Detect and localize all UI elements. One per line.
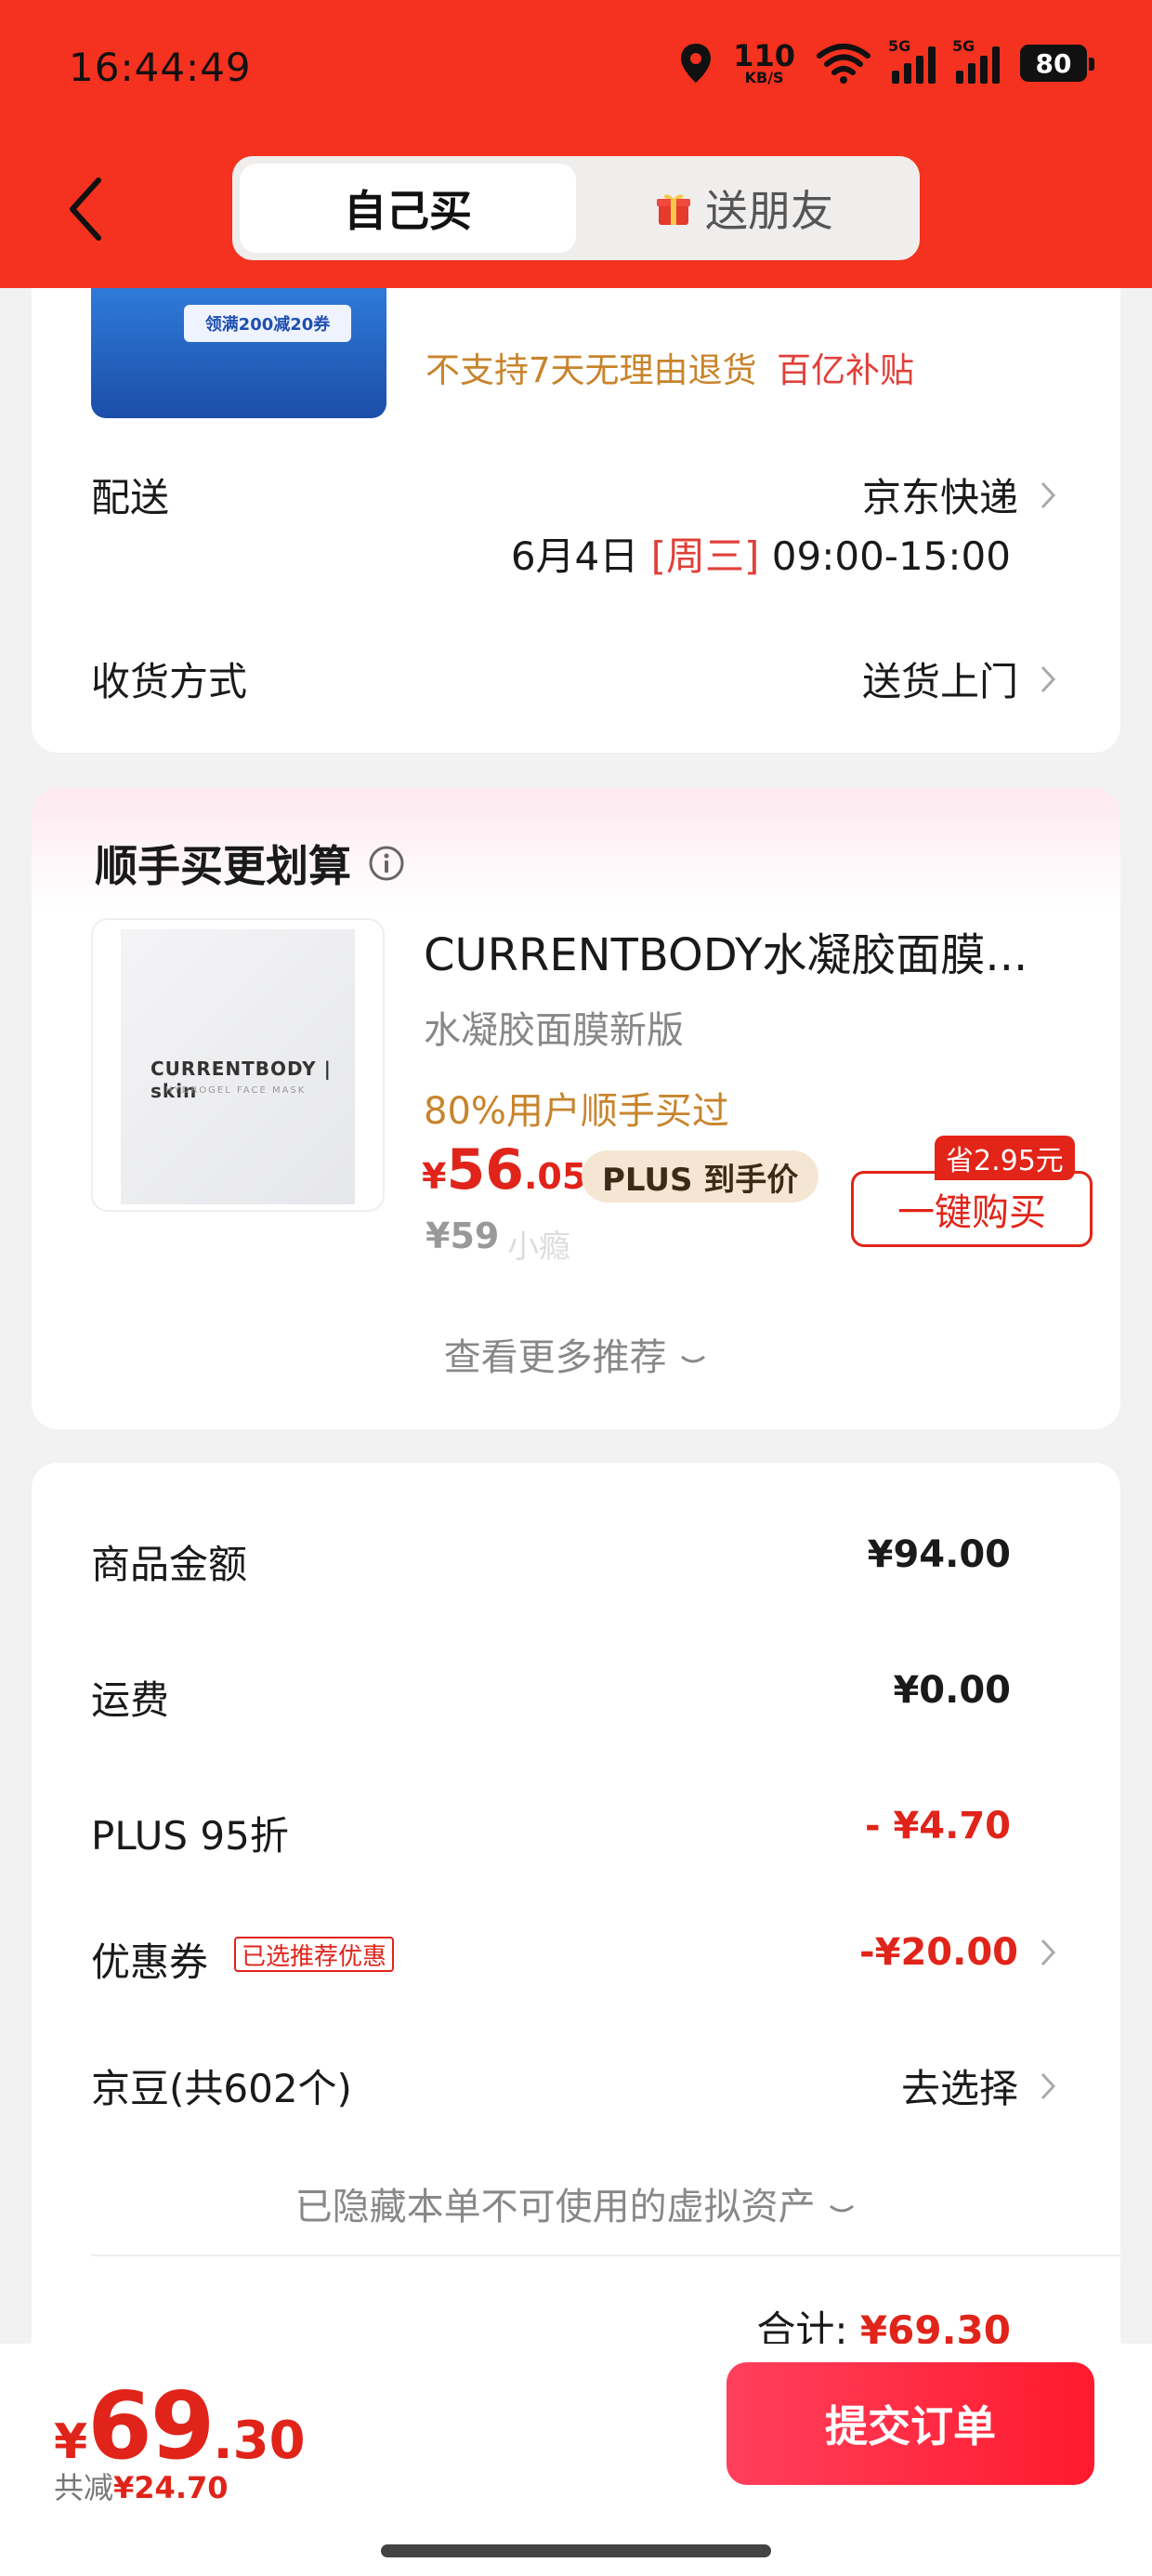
total-price-symbol: ¥ [54, 2414, 88, 2470]
original-price-note: 小瘾 [507, 1229, 570, 1266]
battery-level: 80 [1035, 47, 1072, 79]
location-icon [681, 44, 712, 83]
chevron-right-icon [1041, 2072, 1056, 2099]
coupon-row[interactable]: -¥20.00 [859, 1931, 1057, 1974]
order-info-card: 领满200减20券 不支持7天无理由退货 百亿补贴 配送 京东快递 6月4日 [… [32, 214, 1120, 753]
checkout-bar: ¥69.30 共减¥24.70 提交订单 [0, 2344, 1152, 2576]
status-time: 16:44:49 [69, 45, 252, 90]
more-recommend-link[interactable]: 查看更多推荐 [32, 1327, 1120, 1381]
total-saved-value: ¥24.70 [113, 2470, 229, 2505]
receive-method-label: 收货方式 [91, 659, 248, 704]
back-icon[interactable] [65, 175, 106, 243]
jd-beans-row[interactable]: 去选择 [901, 2057, 1057, 2114]
delivery-time[interactable]: 6月4日 [周三] 09:00-15:00 [511, 525, 1011, 582]
total-saved[interactable]: 共减¥24.70 [54, 2464, 229, 2507]
battery-icon: 80 [1020, 45, 1094, 82]
cell-signal-1-icon: 5G [888, 37, 936, 84]
chevron-down-icon [830, 2204, 855, 2213]
image-sub-text: HYDROGEL FACE MASK [165, 1085, 307, 1096]
bundle-title-text: 顺手买更划算 [95, 841, 351, 891]
chevron-right-icon [1041, 1939, 1056, 1966]
hidden-assets-text: 已隐藏本单不可使用的虚拟资产 [295, 2186, 816, 2228]
one-click-buy-button[interactable]: 一键购买 [851, 1171, 1093, 1247]
coupon-value: -¥20.00 [859, 1931, 1018, 1974]
bundle-product-spec: 水凝胶面膜新版 [424, 1009, 684, 1052]
delivery-label: 配送 [91, 475, 170, 520]
price-integer: 56 [446, 1137, 524, 1203]
wifi-icon [817, 44, 871, 84]
divider [91, 2254, 1120, 2256]
receive-method-value: 送货上门 [861, 659, 1018, 704]
home-indicator[interactable] [381, 2544, 771, 2557]
total-saved-label: 共减 [54, 2470, 114, 2505]
chevron-down-icon [681, 1355, 706, 1363]
original-price: ¥59 [425, 1216, 500, 1256]
product-thumbnail[interactable]: 领满200减20券 [91, 288, 386, 418]
bundle-title: 顺手买更划算 [95, 833, 405, 894]
bundle-product-image[interactable]: CURRENTBODY | skin HYDROGEL FACE MASK [91, 918, 385, 1212]
price-decimal: .05 [523, 1156, 587, 1197]
bundle-product-name[interactable]: CURRENTBODY水凝胶面膜... [424, 918, 1028, 983]
shipping-fee-value: ¥0.00 [893, 1669, 1011, 1712]
tab-buy-self[interactable]: 自己买 [240, 164, 576, 253]
hidden-assets-toggle[interactable]: 已隐藏本单不可使用的虚拟资产 [32, 2176, 1120, 2230]
submit-order-button[interactable]: 提交订单 [727, 2362, 1094, 2485]
sig2-label: 5G [952, 37, 975, 55]
total-price-decimal: .30 [213, 2411, 306, 2471]
net-speed-value: 110 [733, 38, 795, 73]
goods-amount-label: 商品金额 [91, 1542, 248, 1587]
delivery-date: 6月4日 [510, 533, 639, 579]
bundle-product-hint: 80%用户顺手买过 [424, 1090, 729, 1133]
delivery-carrier: 京东快递 [861, 475, 1018, 520]
more-recommend-text: 查看更多推荐 [443, 1336, 667, 1379]
chevron-right-icon [1041, 481, 1056, 508]
goods-amount-value: ¥94.00 [867, 1533, 1011, 1576]
receive-method-row[interactable]: 送货上门 [862, 651, 1057, 707]
delivery-carrier-row[interactable]: 京东快递 [862, 467, 1057, 523]
save-badge: 省2.95元 [935, 1136, 1075, 1180]
tab-gift-friend-label: 送朋友 [705, 186, 833, 236]
status-icons: 110 KB/S 5G 5G 80 [679, 37, 1094, 85]
cell-signal-2-icon: 5G [952, 37, 1000, 84]
thumbnail-banner: 领满200减20券 [184, 305, 351, 342]
bundle-product-price: ¥56.05 [422, 1137, 586, 1203]
net-speed-unit: KB/S [744, 69, 784, 86]
tab-buy-self-label: 自己买 [344, 186, 472, 236]
plus-discount-label: PLUS 95折 [91, 1813, 289, 1859]
mode-tabs: 自己买 送朋友 [232, 156, 920, 260]
jd-beans-value: 去选择 [900, 2066, 1018, 2111]
coupon-recommended-tag: 已选推荐优惠 [234, 1937, 395, 1972]
plus-discount-value: - ¥4.70 [864, 1805, 1011, 1847]
tab-gift-friend[interactable]: 送朋友 [576, 164, 912, 253]
chevron-right-icon [1041, 665, 1056, 692]
jd-beans-label: 京豆(共602个) [91, 2066, 352, 2111]
header: 16:44:49 110 KB/S 5G 5G 80 自己买 送朋友 [0, 0, 1152, 288]
delivery-time-range: 09:00-15:00 [771, 533, 1011, 579]
info-icon[interactable] [368, 845, 405, 882]
net-speed: 110 KB/S [733, 41, 795, 85]
bundle-recommend-card: 顺手买更划算 CURRENTBODY | skin HYDROGEL FACE … [32, 788, 1120, 1429]
subsidy-badge: 百亿补贴 [777, 350, 914, 390]
no-return-notice: 不支持7天无理由退货 [425, 350, 757, 390]
price-symbol: ¥ [422, 1156, 447, 1197]
plus-price-tag: PLUS 到手价 [582, 1150, 819, 1203]
gift-icon [657, 194, 690, 225]
shipping-fee-label: 运费 [91, 1677, 170, 1723]
sig1-label: 5G [888, 37, 911, 55]
delivery-weekday: [周三] [650, 533, 760, 579]
coupon-label: 优惠券 [91, 1939, 209, 1985]
